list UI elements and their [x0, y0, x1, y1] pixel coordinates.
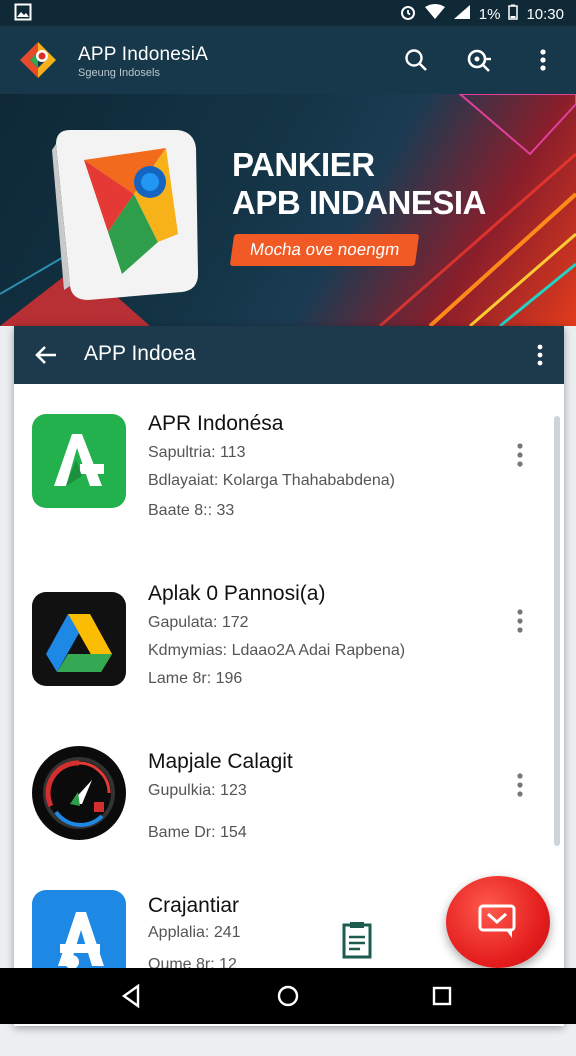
search-button[interactable]	[400, 44, 432, 76]
document-icon[interactable]	[338, 920, 376, 962]
nav-back-button[interactable]	[118, 982, 146, 1010]
arrow-back-icon	[35, 346, 56, 364]
app-meta-line1: Gupulkia: 123	[148, 782, 247, 799]
alarm-icon	[399, 3, 417, 25]
more-vert-icon	[517, 443, 523, 467]
drive-triangle-icon	[32, 592, 126, 686]
wifi-icon	[424, 4, 445, 24]
signal-icon	[453, 4, 471, 24]
hero-tagline: Mocha ove noengm	[229, 234, 420, 266]
message-fab[interactable]	[446, 876, 550, 968]
overflow-menu-button[interactable]	[527, 44, 559, 76]
app-name: Aplak 0 Pannosi(a)	[148, 582, 326, 605]
hero-title-line2: APB INDANESIA	[232, 184, 486, 221]
battery-percent: 1%	[478, 5, 501, 23]
system-nav-bar	[0, 968, 576, 1024]
battery-icon	[508, 4, 519, 24]
app-meta-line2: Bdlayaiat: Kolarga Thahababdena)	[148, 472, 395, 489]
circle-home-icon	[277, 985, 299, 1007]
square-recents-icon	[432, 986, 452, 1006]
more-vert-icon	[537, 344, 543, 366]
key-search-icon	[467, 49, 491, 72]
status-bar: 1% 10:30	[0, 0, 576, 26]
app-meta-line1: Applalia: 241	[148, 924, 241, 941]
item-menu-button[interactable]	[510, 770, 530, 800]
app-meta-line2: Kdmymias: Ldaao2A Adai Rapbena)	[148, 642, 406, 659]
more-vert-icon	[540, 49, 546, 71]
more-vert-icon	[517, 773, 523, 797]
app-meta-line1: Sapultria: 113	[148, 444, 246, 461]
app-name: APR Indonésa	[148, 412, 284, 435]
scrollbar[interactable]	[554, 416, 560, 846]
nav-recents-button[interactable]	[428, 982, 456, 1010]
green-app-icon	[32, 414, 126, 508]
account-search-button[interactable]	[463, 44, 495, 76]
app-subtitle: Sgeung Indosels	[78, 67, 160, 79]
hero-app-tile-icon	[52, 130, 198, 300]
gallery-icon	[14, 3, 32, 25]
list-item[interactable]: APR Indonésa Sapultria: 113 Bdlayaiat: K…	[14, 404, 544, 574]
circular-gauge-icon	[32, 746, 126, 840]
item-menu-button[interactable]	[510, 606, 530, 636]
more-vert-icon	[517, 609, 523, 633]
card-menu-button[interactable]	[530, 341, 550, 369]
hero-banner[interactable]: PANKIER APB INDANESIA Mocha ove noengm	[0, 94, 576, 326]
card-title: APP Indoea	[84, 342, 196, 365]
app-meta-line3: Bame Dr: 154	[148, 824, 247, 841]
nav-home-button[interactable]	[274, 982, 302, 1010]
app-name: Mapjale Calagit	[148, 750, 293, 773]
card-header: APP Indoea	[14, 326, 564, 384]
hero-title-line1: PANKIER	[232, 146, 375, 183]
list-item[interactable]: Aplak 0 Pannosi(a) Gapulata: 172 Kdmymia…	[14, 580, 544, 750]
app-meta-line3: Lame 8r: 196	[148, 670, 243, 687]
app-title: APP IndonesiA	[78, 44, 209, 65]
app-bar: APP IndonesiA Sgeung Indosels	[0, 26, 576, 94]
app-meta-line1: Gapulata: 172	[148, 614, 249, 631]
clock: 10:30	[526, 5, 564, 23]
hero-title: PANKIER APB INDANESIA	[232, 146, 486, 222]
item-menu-button[interactable]	[510, 440, 530, 470]
chat-icon	[478, 904, 516, 938]
triangle-back-icon	[121, 983, 140, 1009]
app-name: Crajantiar	[148, 894, 240, 917]
app-meta-line3: Baate 8:: 33	[148, 502, 235, 519]
search-icon	[405, 49, 427, 71]
back-button[interactable]	[32, 341, 60, 369]
app-logo	[16, 38, 60, 82]
